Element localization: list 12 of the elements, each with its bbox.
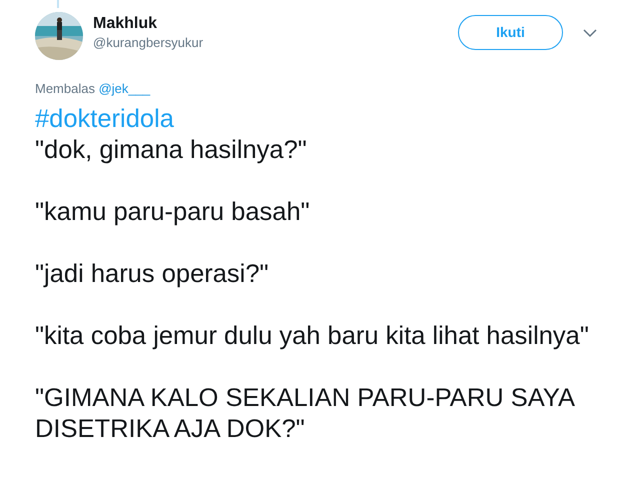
tweet-paragraph: "jadi harus operasi?" <box>35 259 270 290</box>
hashtag-link[interactable]: #dokteridola <box>35 104 174 135</box>
author-handle[interactable]: @kurangbersyukur <box>93 34 204 52</box>
reply-context: Membalas @jek___ <box>35 81 150 96</box>
tweet-paragraph: "GIMANA KALO SEKALIAN PARU-PARU SAYA DISETRIKA AJA DOK?" <box>35 383 576 445</box>
tweet-paragraph: "dok, gimana hasilnya?" <box>35 135 308 166</box>
tweet-paragraph: "kamu paru-paru basah" <box>35 197 311 228</box>
chevron-down-icon[interactable] <box>583 28 597 38</box>
follow-button[interactable]: Ikuti <box>458 15 563 50</box>
tweet-paragraph: "kita coba jemur dulu yah baru kita lihat hasilnya" <box>35 321 590 352</box>
author-name[interactable]: Makhluk <box>93 14 204 34</box>
mention-link[interactable]: @jek___ <box>98 81 150 96</box>
